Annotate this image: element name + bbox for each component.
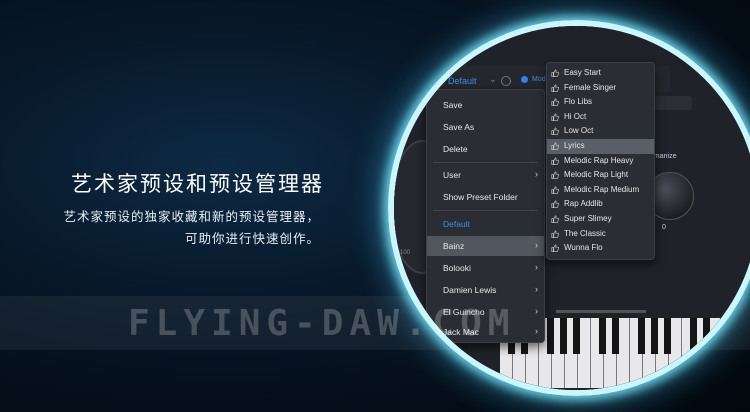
watermark: FLYING-DAW.COM (128, 303, 516, 344)
menu-item-save[interactable]: Save (427, 95, 544, 115)
menu-item-label: Damien Lewis (443, 285, 497, 295)
menu-item-delete[interactable]: Delete (427, 139, 544, 159)
submenu-item-label: Melodic Rap Light (564, 170, 629, 180)
submenu-item[interactable]: The Classic (547, 227, 654, 242)
thumbs-up-icon (551, 157, 559, 165)
submenu-item[interactable]: Lyrics (547, 139, 654, 154)
black-key[interactable] (547, 318, 554, 354)
submenu-item-label: Melodic Rap Heavy (564, 155, 634, 165)
submenu-item[interactable]: Wunna Flo (547, 241, 654, 256)
preset-name[interactable]: Default (448, 76, 477, 86)
slider-track[interactable] (556, 310, 646, 313)
submenu-item-label: Wunna Flo (564, 243, 603, 253)
submenu-item[interactable]: Melodic Rap Heavy (547, 154, 654, 169)
submenu-item[interactable]: Melodic Rap Light (547, 168, 654, 183)
black-key[interactable] (638, 318, 645, 354)
submenu-item[interactable]: Rap Addlib (547, 197, 654, 212)
submenu-item-label: Flo Libs (564, 97, 593, 107)
submenu-item-label: The Classic (564, 228, 606, 238)
black-key[interactable] (599, 318, 606, 354)
black-key[interactable] (612, 318, 619, 354)
mode-label: Mod (532, 76, 546, 83)
thumbs-up-icon (551, 113, 559, 121)
black-key[interactable] (664, 318, 671, 354)
humanize-value: 0 (662, 224, 666, 231)
thumbs-up-icon (551, 215, 559, 223)
thumbs-up-icon (551, 69, 559, 77)
menu-item-label: Delete (443, 144, 468, 154)
submenu-item[interactable]: Flo Libs (547, 95, 654, 110)
submenu-item[interactable]: Low Oct (547, 124, 654, 139)
chevron-right-icon: › (535, 240, 538, 250)
submenu-item-label: Female Singer (564, 82, 617, 92)
submenu-item-label: Melodic Rap Medium (564, 184, 640, 194)
submenu-item-label: Low Oct (564, 126, 594, 136)
thumbs-up-icon (551, 127, 559, 136)
submenu-item-label: Hi Oct (564, 111, 587, 121)
settings-icon[interactable] (501, 76, 511, 86)
dial-tick-label: -100 (398, 250, 411, 256)
menu-item-label: Save As (443, 122, 475, 132)
menu-item-label: Show Preset Folder (443, 192, 518, 202)
top-right-control[interactable] (652, 96, 692, 110)
bainz-submenu: Easy Start Female Singer Flo Libs Hi Oct Low… (546, 62, 655, 260)
mode-indicator-icon[interactable] (521, 76, 528, 83)
chevron-down-icon[interactable]: ⌄ (489, 74, 497, 85)
menu-divider (433, 210, 538, 211)
chevron-right-icon: › (535, 284, 538, 294)
menu-item-label: Bolooki (443, 263, 471, 273)
thumbs-up-icon (551, 142, 559, 150)
menu-item-show-preset-folder[interactable]: Show Preset Folder (427, 187, 544, 207)
chevron-right-icon: › (535, 306, 538, 316)
submenu-item-label: Easy Start (564, 68, 601, 77)
chevron-right-icon: › (535, 169, 538, 179)
menu-item-save-as[interactable]: Save As (427, 117, 544, 137)
thumbs-up-icon (551, 230, 559, 238)
menu-item-damien-lewis[interactable]: Damien Lewis › (427, 280, 544, 300)
submenu-item[interactable]: Hi Oct (547, 110, 654, 125)
menu-divider (433, 162, 538, 163)
menu-item-label: Bainz (443, 241, 465, 251)
submenu-item-label: Super Slimey (564, 214, 612, 223)
black-key[interactable] (573, 318, 580, 354)
black-key[interactable] (651, 318, 658, 354)
menu-item-label: Default (443, 219, 470, 229)
thumbs-up-icon (551, 84, 559, 92)
thumbs-up-icon (551, 98, 559, 107)
submenu-item[interactable]: Melodic Rap Medium (547, 183, 654, 198)
thumbs-up-icon (551, 244, 559, 253)
menu-item-bainz[interactable]: Bainz › (427, 236, 544, 256)
chevron-right-icon: › (535, 262, 538, 272)
black-key[interactable] (703, 318, 710, 354)
thumbs-up-icon (551, 171, 559, 180)
thumbs-up-icon (551, 186, 559, 194)
menu-item-label: Save (443, 100, 463, 110)
thumbs-up-icon (551, 200, 559, 209)
submenu-item-label: Rap Addlib (564, 199, 603, 209)
headline: 艺术家预设和预设管理器 (71, 173, 324, 196)
black-key[interactable] (690, 318, 697, 354)
black-key[interactable] (560, 318, 567, 354)
description-line-2: 可助你进行快速创作。 (184, 232, 320, 246)
submenu-item[interactable]: Easy Start (547, 66, 654, 81)
submenu-item[interactable]: Female Singer (547, 81, 654, 96)
description-line-1: 艺术家预设的独家收藏和新的预设管理器， (63, 210, 320, 224)
menu-item-default[interactable]: Default (427, 214, 544, 234)
submenu-item[interactable]: Super Slimey (547, 212, 654, 227)
chevron-right-icon: › (535, 326, 538, 336)
menu-item-label: User (443, 170, 461, 180)
menu-item-bolooki[interactable]: Bolooki › (427, 258, 544, 278)
submenu-item-label: Lyrics (564, 141, 585, 150)
menu-item-user[interactable]: User › (427, 165, 544, 185)
